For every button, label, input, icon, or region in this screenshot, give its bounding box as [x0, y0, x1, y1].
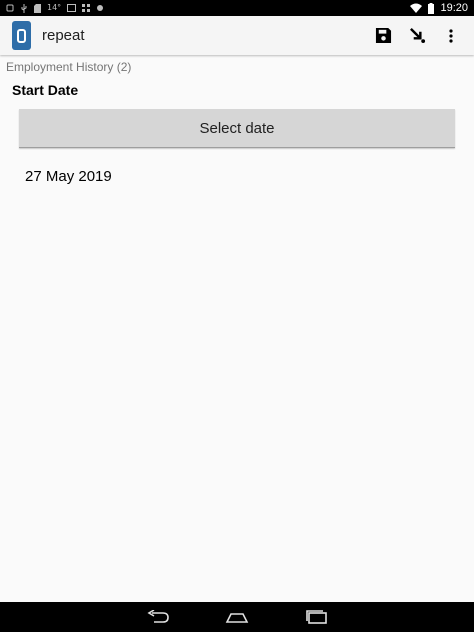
clock: 19:20 [440, 2, 468, 14]
home-icon [225, 613, 249, 623]
question-label: Start Date [12, 82, 79, 98]
recents-icon [306, 610, 327, 624]
selected-date-value: 27 May 2019 [25, 168, 112, 185]
system-icons: 19:20 [410, 2, 474, 14]
go-to-arrow-icon [409, 28, 425, 44]
overflow-menu-button[interactable] [434, 19, 468, 53]
home-button[interactable] [222, 607, 252, 627]
temperature-indicator: 14° [47, 3, 62, 12]
notification-app-icon [6, 4, 14, 12]
app-bar-actions [366, 19, 474, 53]
wifi-icon [410, 3, 423, 13]
navigation-bar [0, 602, 474, 632]
group-label: Employment History (2) [6, 60, 132, 74]
select-date-button[interactable]: Select date [19, 109, 455, 148]
battery-icon [428, 2, 435, 14]
app-title: repeat [42, 27, 85, 44]
sd-card-icon [34, 3, 41, 13]
app-logo-icon [12, 21, 31, 50]
overflow-menu-icon [449, 28, 453, 43]
app-bar: repeat [0, 16, 474, 55]
usb-icon [21, 3, 27, 13]
back-icon [147, 610, 169, 623]
notification-grid-icon [82, 4, 91, 12]
notification-icons: 14° [0, 3, 104, 13]
save-button[interactable] [366, 19, 400, 53]
recents-button[interactable] [302, 607, 332, 627]
notification-bug-icon [97, 5, 104, 11]
notification-image-icon [67, 4, 77, 12]
back-button[interactable] [143, 607, 173, 627]
save-icon [375, 27, 391, 44]
status-bar: 14° 19:20 [0, 0, 474, 16]
go-to-button[interactable] [400, 19, 434, 53]
